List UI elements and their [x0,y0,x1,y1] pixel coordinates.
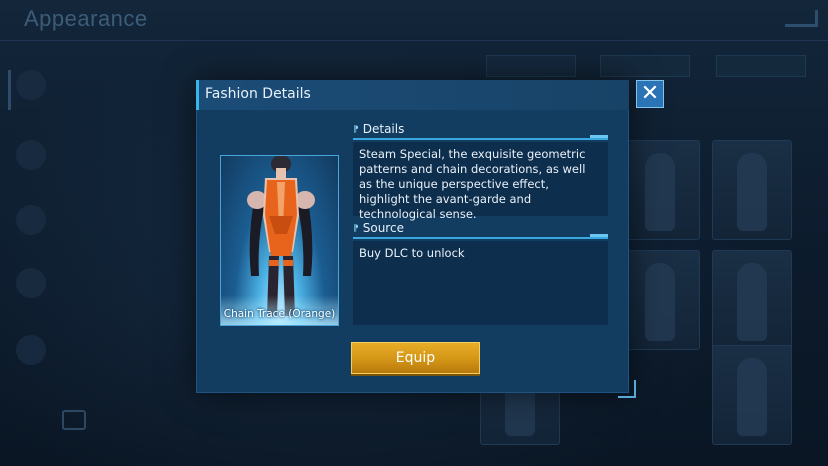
filter-chip [486,55,576,77]
details-divider-tab [590,135,608,138]
source-label: Source [362,221,404,235]
item-preview: Chain Trace (Orange) [220,155,339,326]
back-icon [785,10,818,27]
filter-chip [716,55,806,77]
modal-corner-decoration [618,380,636,398]
section-marker-icon: ⁋ [353,224,359,234]
outfit-thumbnail [737,263,767,341]
source-divider [353,237,608,239]
details-text: Steam Special, the exquisite geometric p… [359,147,586,221]
camera-icon [62,410,86,430]
close-button[interactable]: ✕ [636,80,664,108]
details-text-box: Steam Special, the exquisite geometric p… [353,142,608,221]
details-heading: ⁋ Details [353,122,404,136]
wardrobe-card [620,250,700,350]
wardrobe-card [620,140,700,240]
glasses-icon [16,140,46,170]
filter-chip [600,55,690,77]
hair-icon [16,335,46,365]
source-heading: ⁋ Source [353,221,404,235]
source-text: Buy DLC to unlock [359,246,465,260]
modal-header: Fashion Details [196,80,629,110]
source-text-box: Buy DLC to unlock [353,241,608,325]
header-divider [0,40,828,41]
background-screen-title: Appearance [24,6,148,31]
wardrobe-card [712,250,792,350]
modal-title: Fashion Details [205,86,311,102]
outfit-thumbnail [645,153,675,231]
lips-icon [16,268,46,298]
section-marker-icon: ⁋ [353,125,359,135]
source-divider-tab [590,234,608,237]
details-divider [353,138,608,140]
outfit-thumbnail [645,263,675,341]
category-indicator [8,70,11,110]
wardrobe-card [712,345,792,445]
outfit-thumbnail [737,153,767,231]
outfit-icon [16,70,46,100]
wardrobe-card [712,140,792,240]
item-name-label: Chain Trace (Orange) [223,308,336,320]
outfit-thumbnail [737,358,767,436]
details-label: Details [362,122,405,136]
equip-button[interactable]: Equip [351,342,480,374]
head-icon [16,205,46,235]
close-icon: ✕ [640,81,660,106]
